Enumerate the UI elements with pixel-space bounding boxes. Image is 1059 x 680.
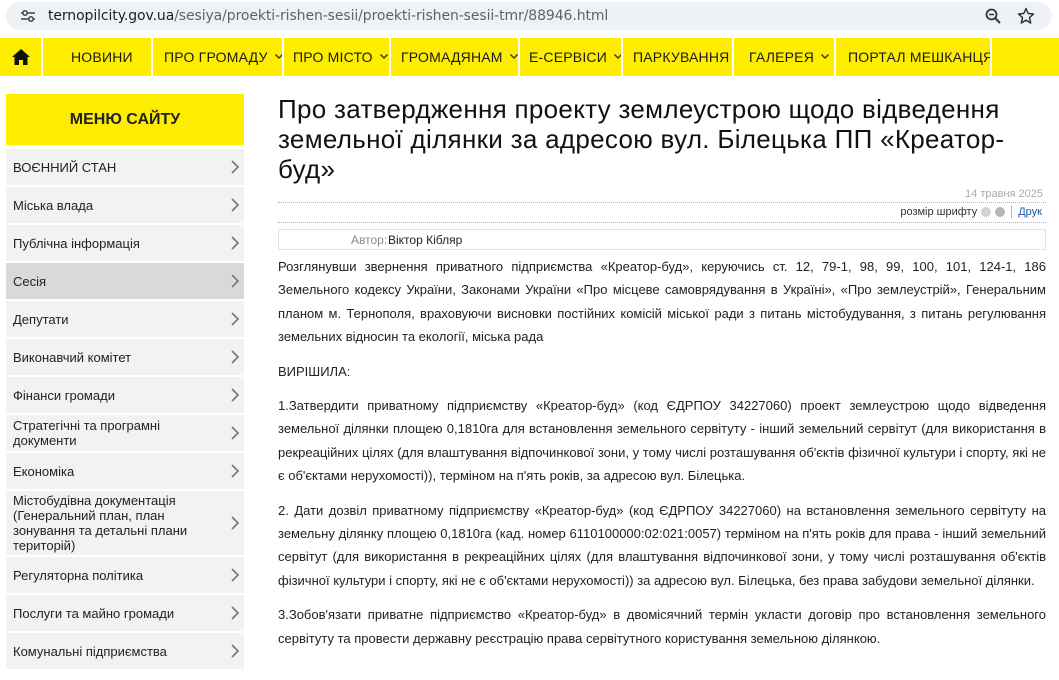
chevron-right-icon (231, 312, 240, 326)
chevron-right-icon (231, 426, 240, 440)
article-paragraph: Розглянувши звернення приватного підприє… (278, 259, 1046, 345)
sidebar-item-label: Виконавчий комітет (13, 349, 132, 365)
nav-item-citizens[interactable]: ГРОМАДЯНАМ (401, 38, 519, 76)
sidebar-item-label: Економіка (13, 463, 75, 479)
url-path: /sesiya/proekti-rishen-sesii/proekti-ris… (174, 8, 609, 24)
home-button[interactable] (0, 38, 41, 76)
chevron-right-icon (231, 606, 240, 620)
article-paragraph: 3.Зобов'язати приватне підприємство «Кре… (278, 607, 1046, 646)
sidebar-item-label: Міська влада (13, 197, 94, 213)
chevron-right-icon (231, 644, 240, 658)
sidebar-item-deputies[interactable]: Депутати (6, 301, 244, 337)
nav-item-label: ГРОМАДЯНАМ (401, 49, 503, 65)
chevron-right-icon (231, 388, 240, 402)
sidebar-item-label: Містобудівна документація (Генеральний п… (13, 493, 188, 553)
nav-divider (621, 38, 623, 76)
sidebar-item-public-info[interactable]: Публічна інформація (6, 225, 244, 261)
author-label: Автор: (351, 233, 388, 247)
nav-divider (389, 38, 391, 76)
chevron-right-icon (231, 198, 240, 212)
author-box: Автор: Віктор Кібляр (278, 229, 1046, 250)
sidebar-item-city-government[interactable]: Міська влада (6, 187, 244, 223)
chevron-right-icon (231, 160, 240, 174)
sidebar-item-executive-committee[interactable]: Виконавчий комітет (6, 339, 244, 375)
chevron-right-icon (231, 464, 240, 478)
article-paragraph: ВИРІШИЛА: (278, 363, 351, 379)
sidebar-item-economy[interactable]: Економіка (6, 453, 244, 489)
browser-address-bar: ternopilcity.gov.ua/sesiya/proekti-rishe… (0, 0, 1059, 33)
article: Про затвердження проекту землеустрою щод… (278, 94, 1046, 646)
article-paragraph: 2. Дати дозвіл приватному підприємству «… (278, 502, 1046, 588)
nav-divider (518, 38, 520, 76)
font-decrease-icon[interactable] (981, 207, 992, 217)
nav-item-label: ПРО ГРОМАДУ (164, 49, 268, 65)
nav-item-news[interactable]: НОВИНИ (71, 38, 133, 76)
nav-divider (41, 38, 43, 76)
url-text: ternopilcity.gov.ua/sesiya/proekti-rishe… (48, 8, 608, 24)
sidebar-item-session[interactable]: Сесія (6, 263, 244, 299)
sidebar-item-regulatory-policy[interactable]: Регуляторна політика (6, 557, 244, 593)
sidebar-item-communal-enterprises[interactable]: Комунальні підприємства (6, 633, 244, 669)
nav-item-label: ПРО МІСТО (293, 49, 373, 65)
nav-divider (151, 38, 153, 76)
nav-item-label: ПАРКУВАННЯ (633, 49, 730, 65)
sidebar-item-martial-law[interactable]: ВОЄННИЙ СТАН (6, 149, 244, 185)
sidebar-item-strategic-documents[interactable]: Стратегічні та програмні документи (6, 415, 244, 451)
sidebar-item-label: Стратегічні та програмні документи (13, 418, 160, 448)
sidebar-item-services-property[interactable]: Послуги та майно громади (6, 595, 244, 631)
site-menu-heading: МЕНЮ САЙТУ (6, 94, 244, 145)
sidebar-item-label: Депутати (13, 311, 69, 327)
chevron-right-icon (231, 568, 240, 582)
sidebar-item-finances[interactable]: Фінанси громади (6, 377, 244, 413)
zoom-icon[interactable] (984, 7, 1002, 25)
sidebar-item-label: Регуляторна політика (13, 567, 144, 583)
article-paragraph: 1.Затвердити приватному підприємству «Кр… (278, 398, 1046, 484)
nav-divider (990, 38, 992, 76)
url-domain: ternopilcity.gov.ua (48, 8, 175, 24)
nav-item-label: НОВИНИ (71, 49, 133, 65)
chevron-down-icon (379, 54, 388, 59)
chevron-right-icon (231, 516, 240, 530)
home-icon (11, 49, 30, 65)
nav-divider (834, 38, 836, 76)
chevron-right-icon (231, 350, 240, 364)
chevron-down-icon (821, 54, 830, 59)
article-date: 14 травня 2025 (965, 188, 1043, 200)
nav-item-label: ПОРТАЛ МЕШКАНЦЯ (848, 49, 994, 65)
nav-item-gallery[interactable]: ГАЛЕРЕЯ (749, 38, 830, 76)
nav-item-parking[interactable]: ПАРКУВАННЯ (633, 38, 730, 76)
chevron-right-icon (231, 274, 240, 288)
sidebar-item-label: Публічна інформація (13, 235, 140, 251)
nav-item-label: ГАЛЕРЕЯ (749, 49, 815, 65)
nav-divider (282, 38, 284, 76)
sidebar-item-label: ВОЄННИЙ СТАН (13, 159, 117, 175)
nav-item-label: Е-СЕРВІСИ (529, 49, 607, 65)
nav-item-about-city[interactable]: ПРО МІСТО (293, 38, 389, 76)
sidebar-item-urban-planning[interactable]: Містобудівна документація (Генеральний п… (6, 491, 244, 555)
main-navigation: НОВИНИ ПРО ГРОМАДУ ПРО МІСТО ГРОМАДЯНАМ … (0, 38, 1059, 76)
nav-divider (732, 38, 734, 76)
site-settings-icon[interactable] (20, 9, 36, 23)
nav-item-e-services[interactable]: Е-СЕРВІСИ (529, 38, 623, 76)
url-field[interactable]: ternopilcity.gov.ua/sesiya/proekti-rishe… (6, 2, 1052, 30)
print-link[interactable]: Друк (1011, 206, 1042, 218)
bookmark-star-icon[interactable] (1017, 7, 1035, 25)
chevron-right-icon (231, 236, 240, 250)
nav-item-resident-portal[interactable]: ПОРТАЛ МЕШКАНЦЯ (848, 38, 993, 76)
author-name: Віктор Кібляр (388, 233, 463, 247)
site-menu: МЕНЮ САЙТУ ВОЄННИЙ СТАН Міська влада Пуб… (6, 94, 244, 671)
sidebar-item-label: Фінанси громади (13, 387, 115, 403)
font-increase-icon[interactable] (995, 207, 1006, 217)
sidebar-item-label: Сесія (13, 273, 47, 289)
article-tools: розмір шрифту Друк (278, 202, 1046, 223)
article-title: Про затвердження проекту землеустрою щод… (278, 94, 1005, 184)
sidebar-item-label: Комунальні підприємства (13, 643, 167, 659)
sidebar-item-label: Послуги та майно громади (13, 605, 175, 621)
font-size-label: розмір шрифту (900, 206, 978, 218)
nav-item-about-community[interactable]: ПРО ГРОМАДУ (164, 38, 284, 76)
article-body: Розглянувши звернення приватного підприє… (278, 255, 1046, 661)
